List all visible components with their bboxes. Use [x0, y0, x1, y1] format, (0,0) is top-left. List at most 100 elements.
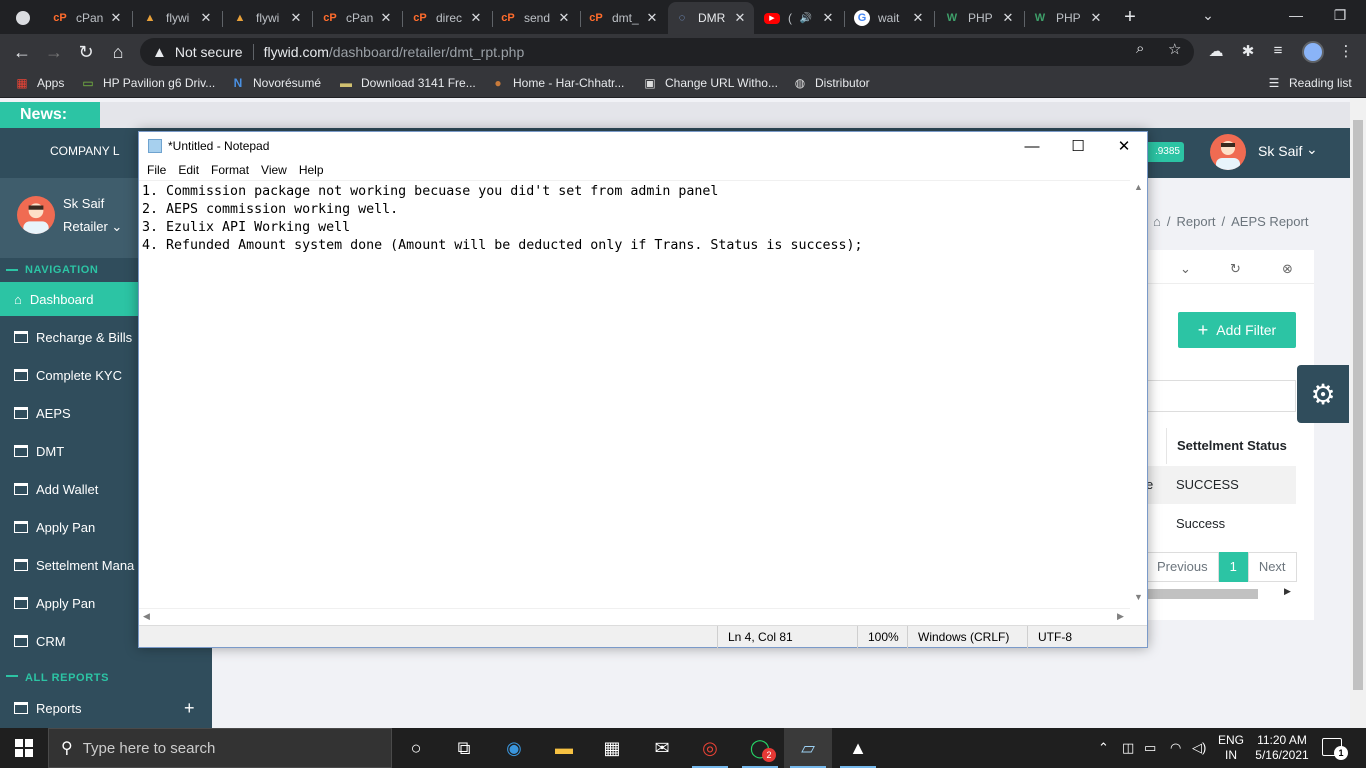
close-icon[interactable]: ✕ — [198, 10, 214, 26]
breadcrumb-report[interactable]: Report — [1176, 214, 1215, 229]
bookmark-star-icon[interactable]: ☆ — [1168, 40, 1181, 58]
tab-6[interactable]: cP send ✕ — [494, 4, 578, 32]
volume-icon[interactable]: ◁) — [1192, 740, 1206, 756]
taskbar-search[interactable]: ⚲ Type here to search — [48, 728, 392, 768]
menu-help[interactable]: Help — [293, 160, 330, 180]
close-button[interactable]: ✕ — [1101, 132, 1147, 160]
user-name[interactable]: Sk Saif — [1258, 143, 1302, 159]
editor-horizontal-scrollbar[interactable]: ◀ ▶ — [139, 608, 1130, 625]
close-icon[interactable]: ✕ — [910, 10, 926, 26]
page-scrollbar[interactable] — [1350, 98, 1366, 728]
table-horizontal-scrollbar[interactable]: ▶ — [1146, 586, 1296, 600]
network-device-icon[interactable]: ◫ — [1122, 740, 1134, 756]
mail-icon[interactable]: ✉ — [638, 728, 686, 768]
tab-2[interactable]: ▲ flywi ✕ — [136, 4, 220, 32]
close-icon[interactable]: ✕ — [1000, 10, 1016, 26]
home-icon[interactable]: ⌂ — [106, 40, 130, 64]
close-icon[interactable]: ✕ — [644, 10, 660, 26]
close-icon[interactable]: ✕ — [820, 10, 836, 26]
sidebar-user-role[interactable]: Retailer ⌄ — [63, 219, 122, 235]
pagination-previous[interactable]: Previous — [1146, 552, 1219, 582]
clock[interactable]: 11:20 AM 5/16/2021 — [1252, 733, 1312, 763]
edge-icon[interactable]: ◉ — [490, 728, 538, 768]
close-icon[interactable]: ✕ — [732, 10, 748, 26]
settings-gear-icon[interactable]: ⚙ — [1297, 365, 1349, 423]
table-search-input[interactable] — [1146, 380, 1296, 412]
forward-icon[interactable]: → — [42, 40, 66, 64]
bookmark-hp[interactable]: ▭ HP Pavilion g6 Driv... — [80, 75, 215, 91]
bookmark-distributor[interactable]: ◍ Distributor — [792, 75, 870, 91]
speaker-icon[interactable]: 🔊 — [800, 13, 812, 24]
column-header-settlement-status[interactable]: Settelment Status — [1166, 428, 1296, 464]
wifi-icon[interactable]: ◠ — [1170, 740, 1181, 756]
tab-10[interactable]: G wait ✕ — [848, 4, 932, 32]
chrome-icon[interactable]: ◎ — [686, 728, 734, 768]
chevron-down-icon[interactable]: ⌄ — [1306, 141, 1318, 158]
menu-edit[interactable]: Edit — [172, 160, 205, 180]
bookmark-change-url[interactable]: ▣ Change URL Witho... — [642, 75, 778, 91]
tab-7[interactable]: cP dmt_ ✕ — [582, 4, 666, 32]
cortana-icon[interactable]: ○ — [392, 728, 440, 768]
company-logo[interactable]: COMPANY L — [50, 144, 120, 158]
tab-5[interactable]: cP direc ✕ — [406, 4, 490, 32]
close-circle-icon[interactable]: ⊗ — [1282, 261, 1293, 277]
task-view-icon[interactable]: ⧉ — [440, 728, 488, 768]
refresh-icon[interactable]: ↻ — [1230, 261, 1241, 277]
menu-icon[interactable]: ⋮ — [1336, 42, 1356, 60]
start-button[interactable] — [0, 728, 48, 768]
menu-file[interactable]: File — [141, 160, 172, 180]
close-icon[interactable]: ✕ — [378, 10, 394, 26]
tab-11[interactable]: W PHP ✕ — [938, 4, 1022, 32]
restore-icon[interactable]: ❐ — [1328, 7, 1352, 24]
battery-icon[interactable]: ▭ — [1144, 740, 1156, 756]
reading-list[interactable]: ☰ Reading list — [1266, 75, 1352, 91]
language-indicator[interactable]: ENG IN — [1218, 733, 1244, 763]
editor-vertical-scrollbar[interactable]: ▲ ▼ — [1130, 180, 1147, 608]
user-avatar[interactable] — [1210, 134, 1246, 170]
close-icon[interactable]: ✕ — [108, 10, 124, 26]
pagination-next[interactable]: Next — [1247, 552, 1297, 582]
tab-search-icon[interactable]: ⌄ — [1196, 7, 1220, 24]
close-icon[interactable]: ✕ — [288, 10, 304, 26]
security-label[interactable]: Not secure — [175, 44, 243, 60]
back-icon[interactable]: ← — [10, 40, 34, 64]
new-tab-button[interactable]: + — [1119, 7, 1141, 29]
tab-8-active[interactable]: ◌ DMR ✕ — [668, 2, 754, 34]
close-icon[interactable]: ✕ — [1088, 10, 1104, 26]
bookmark-apps[interactable]: ▦ Apps — [14, 75, 64, 91]
puzzle-icon[interactable]: ✱ — [1238, 42, 1258, 60]
tab-1[interactable]: cP cPan ✕ — [46, 4, 130, 32]
menu-format[interactable]: Format — [205, 160, 255, 180]
address-bar[interactable]: ▲ Not secure flywid.com/dashboard/retail… — [140, 38, 1194, 66]
notepad-titlebar[interactable]: *Untitled - Notepad — ☐ ✕ — [139, 132, 1147, 160]
pagination-page-1[interactable]: 1 — [1218, 552, 1248, 582]
sidebar-item-reports[interactable]: Reports + — [0, 691, 212, 725]
photos-icon[interactable]: ▲ — [834, 728, 882, 768]
store-icon[interactable]: ▦ — [588, 728, 636, 768]
chevron-down-icon[interactable]: ⌄ — [1180, 261, 1191, 277]
reload-icon[interactable]: ↻ — [74, 40, 98, 64]
file-explorer-icon[interactable]: ▬ — [540, 728, 588, 768]
tab-4[interactable]: cP cPan ✕ — [316, 4, 400, 32]
zoom-icon[interactable]: ⌕ — [1136, 40, 1144, 57]
media-icon[interactable]: ≡ — [1268, 42, 1288, 59]
bookmark-har-chhatr[interactable]: ● Home - Har-Chhatr... — [490, 75, 624, 91]
tab-12[interactable]: W PHP ✕ — [1026, 4, 1110, 32]
home-icon[interactable]: ⌂ — [1153, 214, 1161, 229]
tab-0[interactable] — [10, 4, 46, 32]
extension-icon[interactable]: ☁ — [1206, 42, 1226, 60]
notepad-taskbar-icon[interactable]: ▱ — [784, 728, 832, 768]
tab-3[interactable]: ▲ flywi ✕ — [226, 4, 310, 32]
menu-view[interactable]: View — [255, 160, 293, 180]
tab-9[interactable]: ▶ ( 🔊 ✕ — [758, 4, 842, 32]
bookmark-novoresume[interactable]: N Novorésumé — [230, 75, 321, 91]
text-editor[interactable]: 1. Commission package not working becuas… — [139, 180, 1130, 608]
close-icon[interactable]: ✕ — [468, 10, 484, 26]
close-icon[interactable]: ✕ — [556, 10, 572, 26]
minimize-icon[interactable]: — — [1284, 7, 1308, 23]
maximize-button[interactable]: ☐ — [1055, 132, 1101, 160]
profile-avatar[interactable] — [1302, 41, 1324, 63]
minimize-button[interactable]: — — [1009, 132, 1055, 160]
chevron-up-icon[interactable]: ⌃ — [1098, 740, 1109, 756]
bookmark-download[interactable]: ▬ Download 3141 Fre... — [338, 75, 476, 91]
